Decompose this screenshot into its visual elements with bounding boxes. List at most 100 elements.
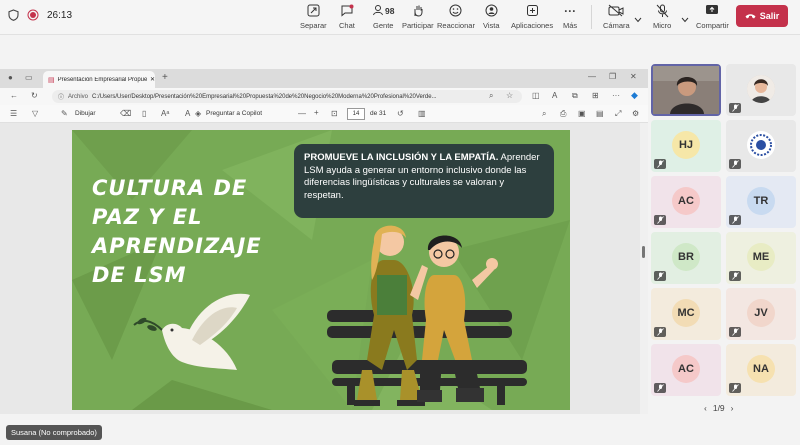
- leave-label: Salir: [759, 11, 780, 21]
- toolbar-mic-button[interactable]: Micro: [653, 3, 671, 33]
- participant-tile-active-speaker[interactable]: [651, 64, 721, 116]
- window-close-icon[interactable]: ✕: [630, 72, 637, 81]
- toolbar-raise-hand-button[interactable]: Participar: [402, 3, 434, 33]
- gear-icon[interactable]: ⚙: [632, 109, 639, 118]
- browser-tab[interactable]: ▤ Presentación Empresarial Propues ✕: [43, 71, 155, 88]
- contents-icon[interactable]: ☰: [10, 109, 17, 118]
- read-aloud-icon[interactable]: A: [552, 91, 557, 100]
- page-layout-icon[interactable]: ▥: [418, 109, 426, 118]
- participant-tile[interactable]: ME: [726, 232, 796, 284]
- address-bar-row: ← ↻ ⓘ Archivo C:/Users/User/Desktop/Pres…: [0, 88, 648, 105]
- tab-close-icon[interactable]: ✕: [150, 76, 155, 83]
- pager-prev-icon[interactable]: ‹: [704, 403, 707, 413]
- toolbar-chat-button[interactable]: Chat: [339, 3, 355, 33]
- zoom-icon[interactable]: ⌕: [489, 91, 493, 101]
- avatar: TR: [747, 187, 775, 215]
- draw-icon[interactable]: ✎: [61, 109, 68, 118]
- pdf-icon: ▤: [48, 76, 55, 84]
- participant-tile[interactable]: TR: [726, 176, 796, 228]
- back-icon[interactable]: ←: [10, 91, 18, 100]
- print-icon[interactable]: ⎙: [560, 109, 566, 119]
- participant-tile[interactable]: HJ: [651, 120, 721, 172]
- url-scheme-tag: Archivo: [68, 93, 89, 100]
- info-box: PROMUEVE LA INCLUSIÓN Y LA EMPATÍA. Apre…: [294, 144, 554, 218]
- toolbar-share-button[interactable]: Separar: [300, 3, 327, 33]
- page-number-input[interactable]: 14: [347, 108, 365, 120]
- tab-actions-icon[interactable]: ▭: [25, 73, 33, 82]
- scroll-thumb[interactable]: [642, 246, 645, 258]
- copilot-icon[interactable]: ◆: [631, 90, 638, 101]
- text-icon[interactable]: Aᵃ: [161, 109, 169, 118]
- participant-tile[interactable]: NA: [726, 344, 796, 396]
- muted-mic-icon: [654, 327, 666, 337]
- draw-label[interactable]: Dibujar: [75, 110, 96, 117]
- search-icon[interactable]: ⌕: [542, 109, 546, 119]
- people-icon: [372, 4, 384, 18]
- expand-icon[interactable]: ⤢: [615, 109, 621, 119]
- muted-mic-icon: [654, 271, 666, 281]
- save-icon[interactable]: ▣: [578, 109, 586, 118]
- toolbar-react-label: Reaccionar: [437, 21, 475, 30]
- participant-tile[interactable]: JV: [726, 288, 796, 340]
- toolbar-camera-button[interactable]: Cámara: [603, 3, 630, 33]
- mic-off-icon: [656, 3, 669, 18]
- collections-icon[interactable]: ⧉: [572, 91, 578, 101]
- eraser-icon[interactable]: ⌫: [120, 109, 131, 118]
- page-total: de 31: [370, 110, 387, 117]
- view-mode-icon[interactable]: ▯: [142, 109, 146, 118]
- settings-more-icon[interactable]: ···: [612, 91, 620, 100]
- zoom-in-icon[interactable]: +: [314, 108, 319, 117]
- leave-button[interactable]: Salir: [736, 5, 788, 27]
- fit-page-icon[interactable]: ⊡: [331, 109, 338, 118]
- mic-options-chevron-icon[interactable]: [681, 10, 689, 28]
- favorite-star-icon[interactable]: ☆: [506, 91, 513, 100]
- copilot-small-icon[interactable]: ◈: [195, 109, 201, 118]
- recording-icon: [27, 9, 39, 21]
- avatar: MC: [672, 299, 700, 327]
- share-screen-icon: [705, 3, 719, 18]
- participant-tile[interactable]: AC: [651, 176, 721, 228]
- participant-tile[interactable]: BR: [651, 232, 721, 284]
- zoom-out-icon[interactable]: —: [298, 109, 306, 118]
- new-tab-icon[interactable]: +: [162, 72, 168, 83]
- toolbar-divider: [591, 5, 592, 29]
- muted-mic-icon: [654, 215, 666, 225]
- tab-title: Presentación Empresarial Propues: [57, 76, 147, 83]
- meeting-toolbar: 26:13 Separar Chat 98 Gente Participar R…: [0, 0, 800, 35]
- shield-icon[interactable]: [8, 9, 19, 21]
- share-window-icon: [307, 3, 320, 18]
- copilot-label[interactable]: Preguntar a Copilot: [206, 110, 262, 117]
- participant-tile-photo[interactable]: [726, 64, 796, 116]
- muted-mic-icon: [654, 383, 666, 393]
- extensions-icon[interactable]: ⊞: [592, 91, 599, 100]
- refresh-icon[interactable]: ↻: [31, 91, 38, 100]
- avatar: AC: [672, 187, 700, 215]
- muted-mic-icon: [729, 159, 741, 169]
- slide-title: CULTURA DE PAZ Y EL APRENDIZAJE DE LSM: [92, 176, 262, 287]
- pdf-scrollbar[interactable]: [640, 123, 648, 414]
- address-bar[interactable]: ⓘ Archivo C:/Users/User/Desktop/Presenta…: [52, 90, 522, 103]
- participant-tile[interactable]: AC: [651, 344, 721, 396]
- minimize-icon[interactable]: —: [588, 72, 596, 81]
- toolbar-react-button[interactable]: Reaccionar: [437, 3, 475, 33]
- camera-options-chevron-icon[interactable]: [634, 10, 642, 28]
- highlight-icon[interactable]: ▽: [32, 109, 38, 118]
- pager-next-icon[interactable]: ›: [731, 403, 734, 413]
- emoji-icon: [449, 3, 462, 18]
- maximize-icon[interactable]: ❐: [609, 72, 616, 81]
- rotate-icon[interactable]: ↺: [397, 109, 404, 118]
- toolbar-share-content-button[interactable]: Compartir: [696, 3, 729, 33]
- avatar: AC: [672, 355, 700, 383]
- read-page-icon[interactable]: A: [185, 109, 190, 118]
- split-screen-icon[interactable]: ◫: [532, 91, 540, 100]
- browser-tab-strip: ● ▭ ▤ Presentación Empresarial Propues ✕…: [0, 69, 648, 88]
- pager-text: 1/9: [712, 403, 725, 413]
- toolbar-people-button[interactable]: 98 Gente: [372, 3, 394, 33]
- participant-tile[interactable]: MC: [651, 288, 721, 340]
- toolbar-more-button[interactable]: ··· Más: [563, 3, 577, 33]
- toolbar-view-button[interactable]: Vista: [483, 3, 500, 33]
- profile-icon[interactable]: ●: [8, 73, 13, 82]
- save-as-icon[interactable]: ▤: [596, 109, 604, 118]
- toolbar-apps-button[interactable]: Aplicaciones: [511, 3, 553, 33]
- participant-tile-logo[interactable]: [726, 120, 796, 172]
